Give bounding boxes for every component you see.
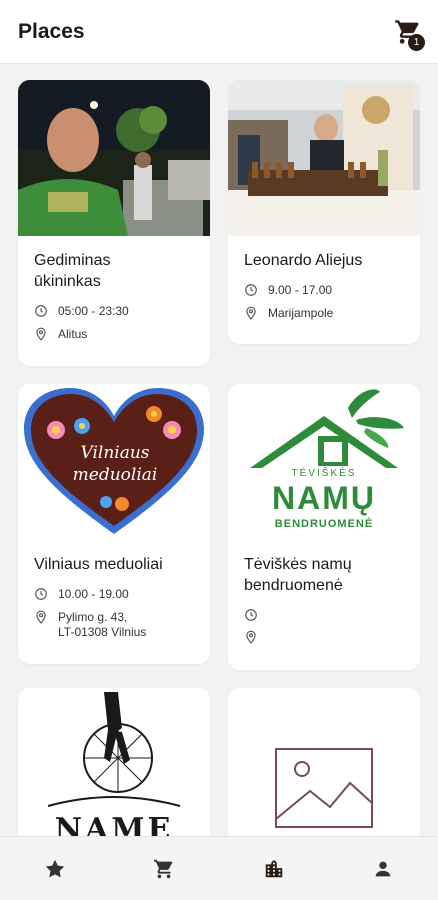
place-hours: 05:00 - 23:30	[18, 304, 210, 319]
place-hours	[228, 608, 420, 622]
places-grid: Gediminas ūkininkas 05:00 - 23:30 Alitus	[0, 64, 438, 836]
place-logo-top: TĖVIŠKĖS	[291, 468, 357, 479]
nav-cart[interactable]	[110, 837, 220, 900]
place-logo: Vilniaus meduoliai	[18, 384, 210, 540]
location-pin-icon	[246, 630, 256, 644]
app-bar: Places 1	[0, 0, 438, 64]
place-photo	[228, 80, 420, 236]
place-logo-text: Vilniaus meduoliai	[72, 443, 158, 485]
place-card-teviskes-namu[interactable]: TĖVIŠKĖS NAMŲ BENDRUOMENĖ Tėviškės namų …	[228, 384, 420, 670]
place-photo	[18, 80, 210, 236]
nav-places[interactable]	[219, 837, 329, 900]
place-photo	[228, 688, 420, 836]
cart-count-badge: 1	[408, 34, 425, 51]
location-pin-icon	[36, 610, 46, 624]
location-pin-icon	[36, 327, 46, 341]
place-address: Pylimo g. 43, LT-01308 Vilnius	[18, 610, 210, 640]
place-card-gediminas[interactable]: Gediminas ūkininkas 05:00 - 23:30 Alitus	[18, 80, 210, 366]
place-address	[228, 630, 420, 644]
place-logo-main: NAMŲ	[272, 480, 376, 516]
page-title: Places	[18, 19, 85, 43]
place-card-unicycle[interactable]: NAME	[18, 688, 210, 836]
star-icon	[45, 859, 64, 877]
clock-icon	[35, 305, 47, 317]
clock-icon	[35, 588, 47, 600]
image-placeholder-icon	[275, 748, 373, 828]
place-card-vilniaus-meduoliai[interactable]: Vilniaus meduoliai Vilniaus meduoliai 10…	[18, 384, 210, 664]
place-logo: TĖVIŠKĖS NAMŲ BENDRUOMENĖ	[228, 384, 420, 540]
place-hours: 10.00 - 19.00	[18, 587, 210, 602]
nav-favorites[interactable]	[0, 837, 110, 900]
place-logo: NAME	[18, 688, 210, 836]
clock-icon	[245, 284, 257, 296]
city-icon	[265, 859, 282, 877]
cart-button[interactable]: 1	[394, 18, 425, 51]
cart-icon	[154, 859, 173, 878]
nav-profile[interactable]	[329, 837, 438, 900]
place-logo-text: NAME	[54, 812, 174, 836]
place-name: Tėviškės namų bendruomenė	[244, 556, 352, 594]
place-name: Leonardo Aliejus	[244, 252, 363, 269]
person-icon	[375, 861, 391, 876]
place-address: Alitus	[18, 327, 210, 342]
bottom-navigation	[0, 836, 438, 900]
place-hours: 9.00 - 17.00	[228, 283, 420, 298]
place-name: Vilniaus meduoliai	[34, 556, 163, 573]
place-card-no-image[interactable]	[228, 688, 420, 836]
place-logo-bottom: BENDRUOMENĖ	[274, 518, 374, 530]
clock-icon	[245, 609, 257, 621]
place-card-leonardo[interactable]: Leonardo Aliejus 9.00 - 17.00 Marijampol…	[228, 80, 420, 344]
place-address: Marijampole	[228, 306, 420, 321]
place-name: Gediminas ūkininkas	[34, 252, 111, 290]
location-pin-icon	[246, 306, 256, 320]
